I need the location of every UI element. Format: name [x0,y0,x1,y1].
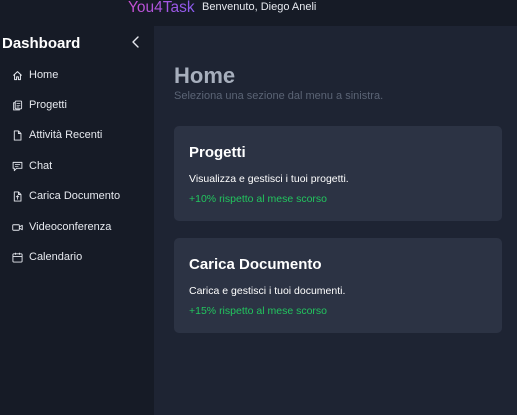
sidebar-item-label: Attività Recenti [29,129,103,141]
chevron-left-icon[interactable] [129,35,143,49]
file-upload-icon [12,190,23,202]
sidebar-title: Dashboard [2,35,81,52]
sidebar: Dashboard Home Progetti Attività Recenti… [0,26,154,415]
sidebar-item-label: Calendario [29,251,83,263]
sidebar-item-attivita-recenti[interactable]: Attività Recenti [0,122,154,148]
card-title: Progetti [189,144,246,161]
card-description: Visualizza e gestisci i tuoi progetti. [189,173,349,185]
page-title: Home [174,63,236,88]
card-description: Carica e gestisci i tuoi documenti. [189,285,346,297]
sidebar-item-videoconferenza[interactable]: Videoconferenza [0,214,154,240]
main-content: Home Seleziona una sezione dal menu a si… [154,26,517,415]
sidebar-item-label: Carica Documento [29,190,121,202]
calendar-icon [12,252,23,263]
card-stat: +10% rispetto al mese scorso [189,193,328,205]
card-title: Carica Documento [189,256,322,273]
sidebar-item-chat[interactable]: Chat [0,153,154,179]
welcome-text: Benvenuto, Diego Aneli [202,1,317,13]
home-icon [12,70,23,81]
top-bar: You4Task Benvenuto, Diego Aneli [0,0,517,26]
card-carica-documento[interactable]: Carica Documento Carica e gestisci i tuo… [174,238,502,333]
sidebar-item-home[interactable]: Home [0,62,154,88]
card-stat: +15% rispetto al mese scorso [189,305,328,317]
sidebar-item-label: Home [29,69,59,81]
brand-logo[interactable]: You4Task [128,0,195,17]
chat-icon [12,161,23,172]
page-subtitle: Seleziona una sezione dal menu a sinistr… [174,90,384,102]
copy-icon [12,100,23,111]
card-progetti[interactable]: Progetti Visualizza e gestisci i tuoi pr… [174,126,502,221]
video-icon [12,222,23,233]
sidebar-item-label: Chat [29,160,53,172]
sidebar-item-label: Progetti [29,99,67,111]
sidebar-item-label: Videoconferenza [29,221,112,233]
file-icon [12,129,23,141]
sidebar-item-carica-documento[interactable]: Carica Documento [0,183,154,209]
sidebar-item-progetti[interactable]: Progetti [0,92,154,118]
sidebar-item-calendario[interactable]: Calendario [0,244,154,270]
